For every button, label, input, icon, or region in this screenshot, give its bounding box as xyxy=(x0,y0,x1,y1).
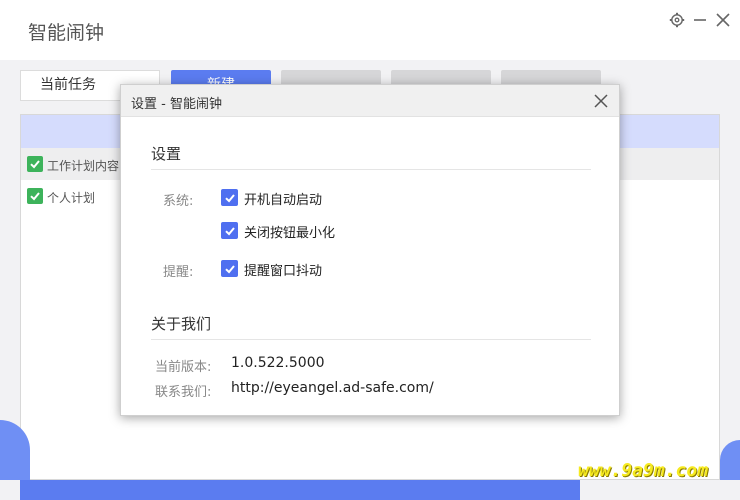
divider xyxy=(151,339,591,340)
app-title: 智能闹钟 xyxy=(28,22,105,44)
autostart-label[interactable]: 开机自动启动 xyxy=(244,189,322,208)
dialog-titlebar: 设置 - 智能闹钟 xyxy=(121,85,619,117)
version-value: 1.0.522.5000 xyxy=(231,355,325,371)
version-label: 当前版本: xyxy=(155,360,212,375)
remind-label: 提醒: xyxy=(163,265,194,280)
app-header: 智能闹钟 xyxy=(0,0,740,60)
contact-label: 联系我们: xyxy=(155,385,212,400)
window-shake-label[interactable]: 提醒窗口抖动 xyxy=(244,260,322,279)
minimize-icon[interactable] xyxy=(690,10,710,30)
checkbox-checked-icon[interactable] xyxy=(27,156,43,172)
gear-icon[interactable] xyxy=(667,10,687,30)
window-shake-checkbox[interactable] xyxy=(221,260,238,277)
settings-section-title: 设置 xyxy=(151,145,182,163)
task-row-label: 工作计划内容 xyxy=(47,159,120,173)
dialog-title: 设置 - 智能闹钟 xyxy=(131,97,222,112)
settings-dialog: 设置 - 智能闹钟 设置 系统: 开机自动启动 关闭按钮最小化 提醒: 提醒窗口… xyxy=(120,84,620,416)
decor-bottom-bar xyxy=(20,480,580,500)
autostart-checkbox[interactable] xyxy=(221,189,238,206)
about-section-title: 关于我们 xyxy=(151,315,212,333)
system-label: 系统: xyxy=(163,194,194,209)
contact-link[interactable]: http://eyeangel.ad-safe.com/ xyxy=(231,380,434,396)
divider xyxy=(151,169,591,170)
watermark-text: www.9a9m.com xyxy=(578,460,709,481)
close-icon[interactable] xyxy=(713,10,733,30)
close-minimize-checkbox[interactable] xyxy=(221,222,238,239)
close-minimize-label[interactable]: 关闭按钮最小化 xyxy=(244,222,335,241)
close-icon[interactable] xyxy=(591,91,611,111)
checkbox-checked-icon[interactable] xyxy=(27,188,43,204)
task-row-label: 个人计划 xyxy=(47,191,96,205)
